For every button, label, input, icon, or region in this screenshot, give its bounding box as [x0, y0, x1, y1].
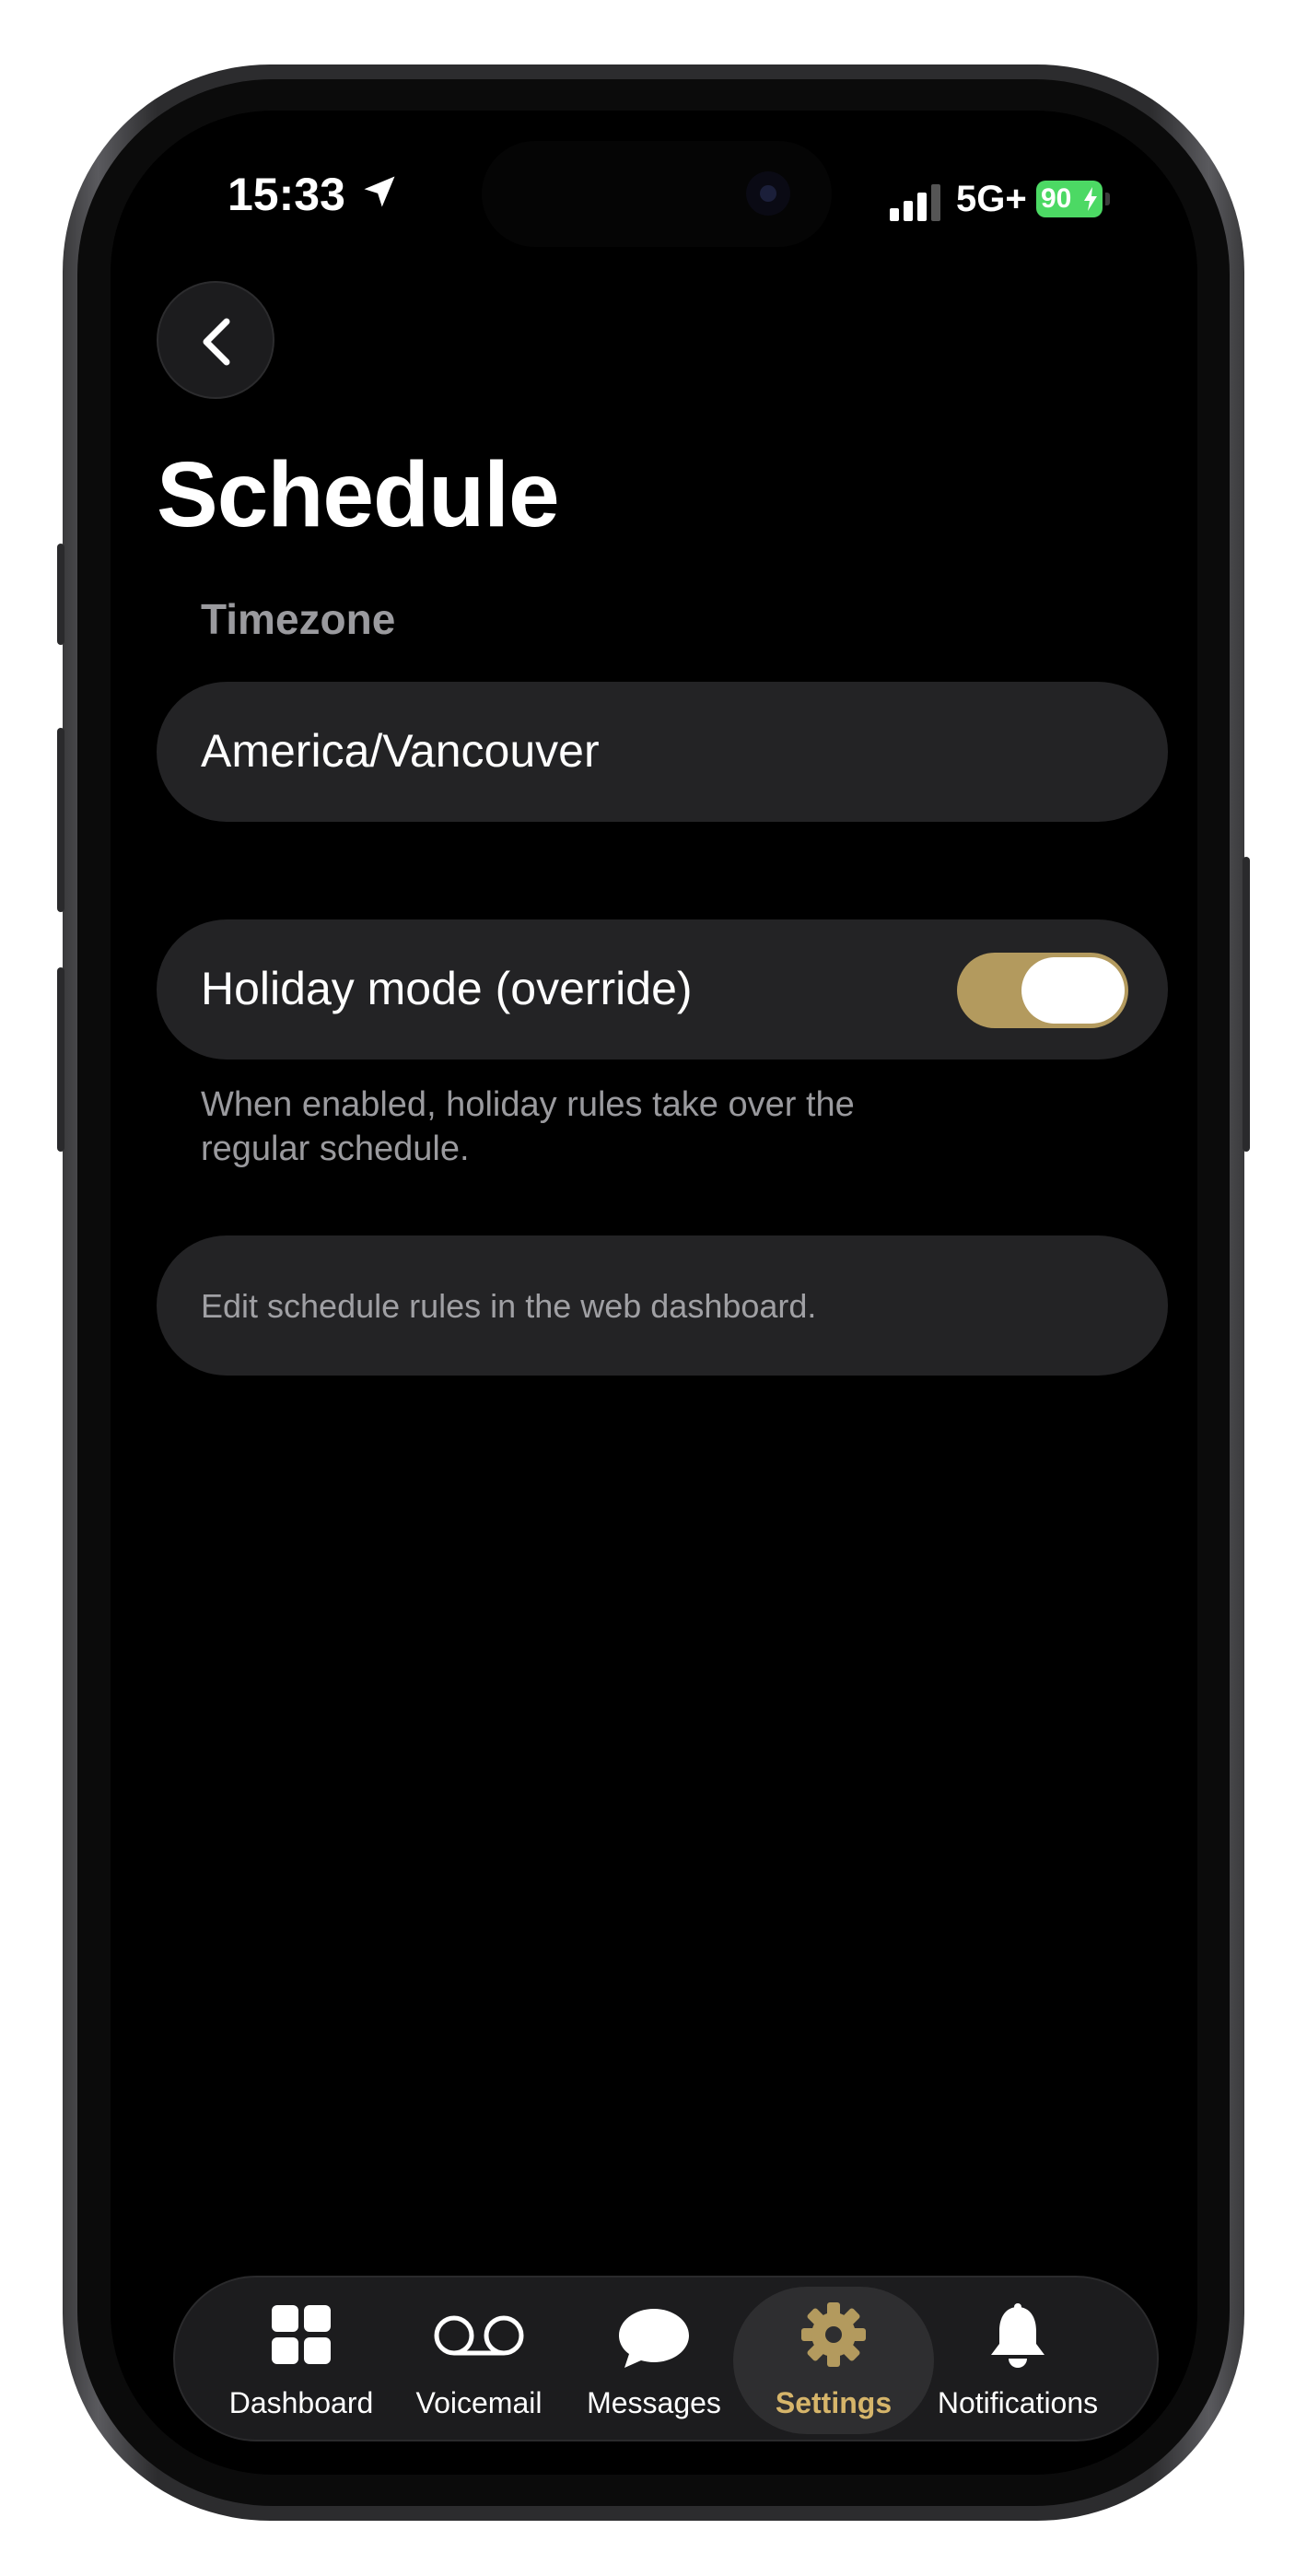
voicemail-icon [434, 2315, 524, 2356]
toggle-knob [1021, 957, 1125, 1024]
network-type: 5G+ [956, 179, 1027, 219]
cellular-signal-icon [890, 184, 940, 221]
tab-label: Dashboard [228, 2386, 374, 2419]
holiday-mode-row: Holiday mode (override) [157, 919, 1168, 1060]
tab-voicemail[interactable]: Voicemail [401, 2277, 557, 2440]
tab-label: Messages [587, 2386, 721, 2419]
chat-bubble-icon [619, 2309, 689, 2368]
info-text: Edit schedule rules in the web dashboard… [201, 1287, 817, 1325]
tab-label: Voicemail [415, 2386, 543, 2419]
grid-icon [272, 2305, 331, 2364]
back-button[interactable] [157, 281, 274, 399]
tab-notifications[interactable]: Notifications [926, 2277, 1110, 2440]
front-camera [746, 171, 790, 216]
volume-down-button [57, 967, 64, 1152]
phone-screen: 15:33 5G+ 90 Schedule Timezone America/V… [111, 111, 1197, 2475]
tab-label: Notifications [937, 2386, 1099, 2419]
timezone-field[interactable]: America/Vancouver [157, 682, 1168, 822]
battery-tip [1105, 193, 1110, 205]
tab-label: Settings [775, 2386, 893, 2419]
info-card: Edit schedule rules in the web dashboard… [157, 1235, 1168, 1376]
tab-bar: Dashboard Voicemail Messages Settings No… [173, 2276, 1159, 2441]
chevron-left-icon [203, 318, 230, 366]
timezone-label: Timezone [201, 595, 396, 643]
tab-settings[interactable]: Settings [755, 2277, 912, 2440]
volume-up-button [57, 728, 64, 912]
holiday-mode-description: When enabled, holiday rules take over th… [201, 1085, 855, 1168]
power-button [1243, 857, 1250, 1152]
tab-dashboard[interactable]: Dashboard [223, 2277, 379, 2440]
location-arrow-icon [364, 176, 395, 207]
bell-icon [991, 2303, 1044, 2368]
holiday-mode-toggle[interactable] [957, 953, 1128, 1028]
page-title: Schedule [157, 443, 560, 546]
status-time: 15:33 [228, 169, 345, 220]
tab-messages[interactable]: Messages [576, 2277, 732, 2440]
timezone-value: America/Vancouver [201, 725, 600, 777]
action-button [57, 544, 64, 645]
holiday-mode-label: Holiday mode (override) [201, 963, 693, 1014]
charging-bolt-icon [1084, 187, 1097, 211]
gear-icon [801, 2302, 866, 2367]
